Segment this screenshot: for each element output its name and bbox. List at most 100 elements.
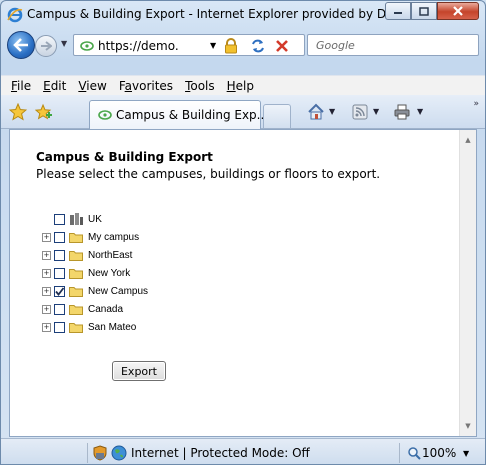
tree-node-new-york: + New York [42,264,148,282]
title-bar: Campus & Building Export - Internet Expl… [1,1,485,27]
checkbox-new-campus[interactable] [54,285,65,297]
tab-toolbar: Campus & Building Exp... ▼ ▼ ▼ » [1,95,485,129]
menu-favorites[interactable]: Favorites [113,79,179,93]
zoom-dropdown[interactable]: ▼ [463,449,469,458]
tree-node-new-campus: + New Campus [42,282,148,300]
tree-node-northeast: + NorthEast [42,246,148,264]
internet-explorer-icon [7,7,23,23]
feeds-dropdown[interactable]: ▼ [373,107,379,116]
expand-icon[interactable]: + [42,304,51,314]
tab-campus-building-export[interactable]: Campus & Building Exp... [89,100,268,129]
folder-icon [69,232,83,243]
zoom-magnifier-icon[interactable] [407,446,421,460]
address-dropdown[interactable]: ▼ [210,41,216,50]
folder-icon [69,322,83,333]
page-instructions: Please select the campuses, buildings or… [36,167,381,181]
tab-label: Campus & Building Exp... [116,108,269,122]
tree-node-san-mateo: + San Mateo [42,318,148,336]
expand-icon[interactable]: + [42,268,51,278]
minimize-button[interactable] [385,2,411,20]
address-text: https://demo. [98,39,179,53]
feeds-icon[interactable] [351,103,369,121]
expand-icon[interactable]: + [42,286,51,296]
page-icon [80,41,94,51]
tree-label[interactable]: My campus [88,232,139,243]
security-zone-text[interactable]: Internet | Protected Mode: Off [131,446,310,460]
recent-pages-dropdown[interactable]: ▼ [61,39,67,48]
expand-icon[interactable]: + [42,322,51,332]
vertical-scrollbar[interactable]: ▲ ▼ [459,130,476,436]
checkmark-icon [55,286,65,296]
tree-node-uk: UK [42,210,148,228]
status-separator [87,443,88,463]
scroll-down-arrow-icon[interactable]: ▼ [460,418,476,434]
caption-buttons [385,2,479,20]
internet-zone-globe-icon [111,445,127,461]
expand-icon[interactable]: + [42,232,51,242]
forward-arrow-icon [41,41,52,51]
forward-button[interactable] [35,35,57,57]
building-icon [70,213,83,225]
folder-icon [69,268,83,279]
location-tree: UK + My campus + NorthEast + New York + … [42,210,148,336]
back-arrow-icon [13,38,28,52]
folder-icon [69,250,83,261]
browser-window: Campus & Building Export - Internet Expl… [0,0,486,465]
menu-help[interactable]: Help [221,79,260,93]
checkbox-my-campus[interactable] [54,231,65,243]
tree-label[interactable]: UK [88,214,102,225]
checkbox-new-york[interactable] [54,267,65,279]
tree-node-my-campus: + My campus [42,228,148,246]
favorites-star-icon[interactable] [9,103,27,121]
tree-label[interactable]: San Mateo [88,322,136,333]
checkbox-northeast[interactable] [54,249,65,261]
home-icon[interactable] [307,103,325,121]
lock-icon[interactable] [224,38,238,54]
close-button[interactable] [437,2,479,20]
status-separator [399,443,400,463]
status-bar: Internet | Protected Mode: Off 100% ▼ [1,438,485,464]
folder-icon [69,286,83,297]
add-favorite-icon[interactable] [35,103,53,121]
address-toolbar: ▼ https://demo. ▼ Google [1,28,485,62]
checkbox-canada[interactable] [54,303,65,315]
tree-node-canada: + Canada [42,300,148,318]
protected-mode-shield-icon[interactable] [93,445,107,461]
scroll-up-arrow-icon[interactable]: ▲ [460,132,476,148]
maximize-icon [419,6,429,16]
window-title: Campus & Building Export - Internet Expl… [27,7,401,21]
search-input[interactable]: Google [307,34,479,56]
folder-icon [69,304,83,315]
close-icon [453,6,463,16]
new-tab-button[interactable] [263,104,291,128]
page-content: Campus & Building Export Please select t… [10,130,460,436]
print-icon[interactable] [393,103,411,121]
home-dropdown[interactable]: ▼ [329,107,335,116]
checkbox-uk[interactable] [54,213,65,225]
refresh-icon[interactable] [250,38,266,54]
page-viewport: Campus & Building Export Please select t… [9,129,477,437]
toolbar-more-chevron-icon[interactable]: » [473,99,479,109]
menu-file[interactable]: File [5,79,37,93]
page-title: Campus & Building Export [36,150,213,164]
zoom-level[interactable]: 100% [422,446,456,460]
menu-edit[interactable]: Edit [37,79,72,93]
menu-bar: File Edit View Favorites Tools Help [1,75,485,95]
menu-tools[interactable]: Tools [179,79,221,93]
maximize-button[interactable] [411,2,437,20]
menu-view[interactable]: View [72,79,112,93]
tree-label[interactable]: Canada [88,304,123,315]
back-button[interactable] [7,31,35,59]
minimize-icon [394,12,402,14]
search-placeholder: Google [316,39,355,52]
tree-label[interactable]: New York [88,268,130,279]
tree-label[interactable]: New Campus [88,286,148,297]
export-button[interactable]: Export [112,361,166,381]
print-dropdown[interactable]: ▼ [417,107,423,116]
stop-icon[interactable] [274,38,290,54]
address-input[interactable]: https://demo. ▼ [73,34,305,56]
checkbox-san-mateo[interactable] [54,321,65,333]
page-icon [98,110,112,120]
tree-label[interactable]: NorthEast [88,250,132,261]
expand-icon[interactable]: + [42,250,51,260]
